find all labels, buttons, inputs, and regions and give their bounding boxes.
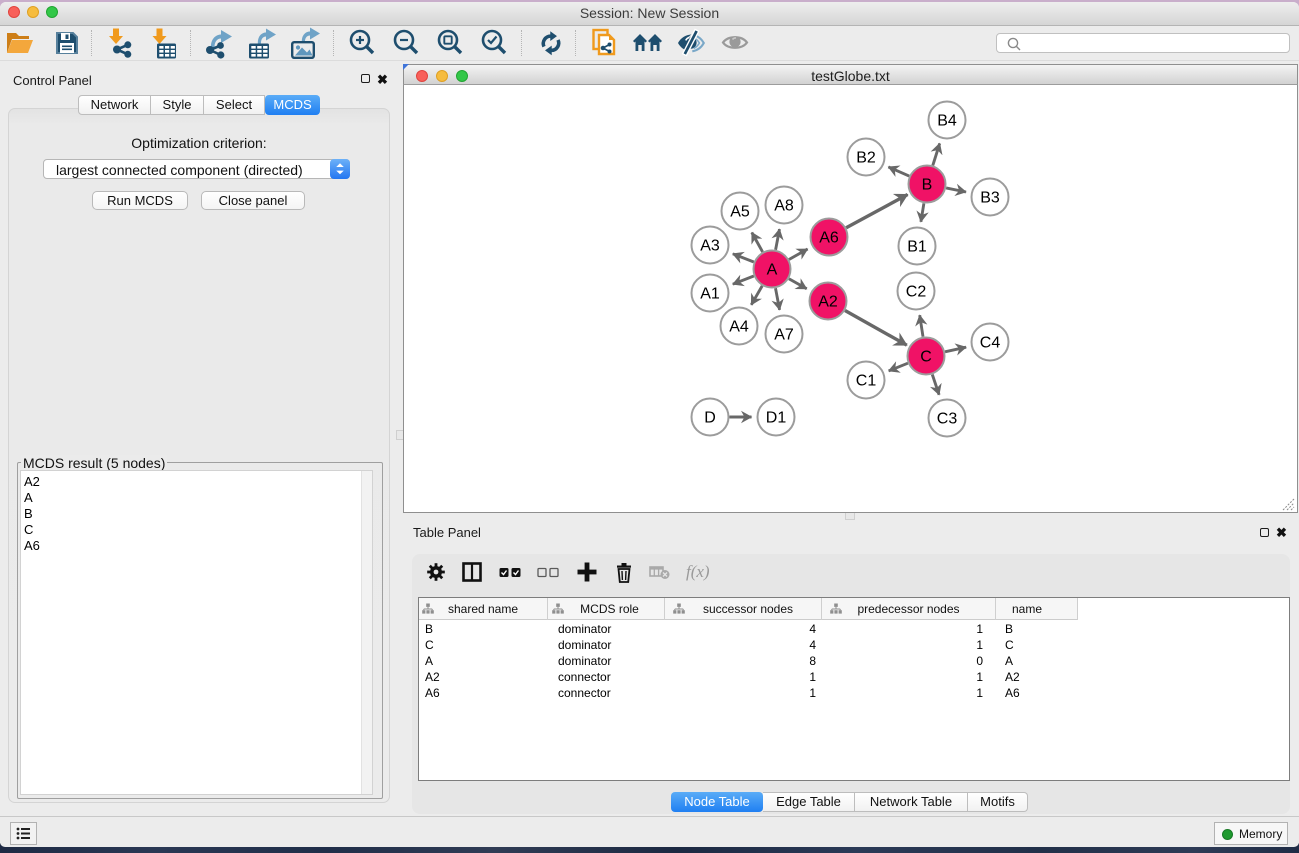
svg-text:A5: A5 [730,204,750,221]
svg-text:B4: B4 [937,113,957,130]
svg-text:B1: B1 [907,239,927,256]
svg-text:B2: B2 [856,150,876,167]
svg-text:A2: A2 [818,294,838,311]
svg-text:C4: C4 [980,335,1001,352]
svg-text:D: D [704,410,716,427]
svg-text:C: C [920,349,932,366]
svg-text:A8: A8 [774,198,794,215]
svg-text:A6: A6 [819,230,839,247]
svg-text:C1: C1 [856,373,877,390]
svg-text:A: A [767,262,778,279]
svg-text:A3: A3 [700,238,720,255]
svg-text:A4: A4 [729,319,749,336]
svg-text:B3: B3 [980,190,1000,207]
svg-text:A1: A1 [700,286,720,303]
svg-text:D1: D1 [766,410,787,427]
svg-text:B: B [922,177,933,194]
svg-text:A7: A7 [774,327,794,344]
svg-text:C2: C2 [906,284,927,301]
svg-text:C3: C3 [937,411,958,428]
